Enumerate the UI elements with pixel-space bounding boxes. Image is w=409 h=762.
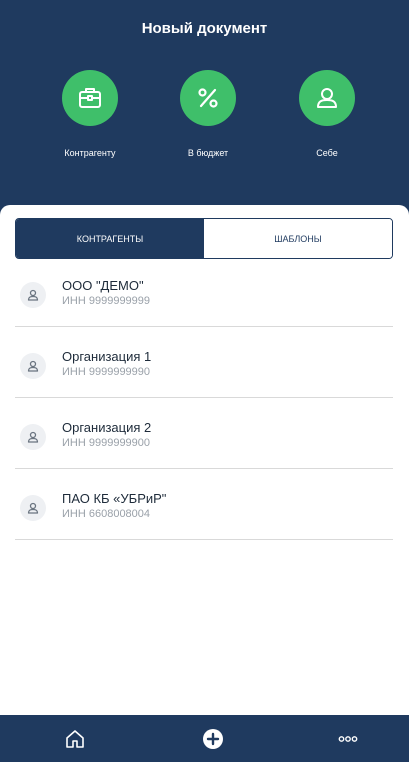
action-label: В бюджет: [187, 148, 229, 158]
percent-icon: [180, 70, 236, 126]
tab-templates[interactable]: ШАБЛОНЫ: [204, 219, 392, 258]
contractor-inn: ИНН 9999999900: [62, 437, 151, 449]
home-icon[interactable]: [63, 727, 87, 751]
contractor-name: Организация 1: [62, 349, 152, 364]
contractor-name: Организация 2: [62, 420, 152, 435]
list-item[interactable]: ООО "ДЕМО" ИНН 9999999999: [15, 256, 393, 327]
tab-contractors[interactable]: КОНТРАГЕНТЫ: [16, 219, 204, 258]
person-icon: [20, 424, 46, 450]
contractor-inn: ИНН 9999999990: [62, 366, 151, 378]
action-to-self[interactable]: Себе: [272, 70, 382, 158]
plus-circle-icon[interactable]: [201, 727, 225, 751]
contractor-name: ООО "ДЕМО": [62, 278, 144, 293]
person-icon: [20, 495, 46, 521]
page-title: Новый документ: [141, 20, 268, 37]
action-to-budget[interactable]: В бюджет: [153, 70, 263, 158]
action-label: Себе: [316, 148, 338, 158]
tab-bar: КОНТРАГЕНТЫ ШАБЛОНЫ: [15, 218, 393, 259]
person-icon: [20, 353, 46, 379]
contractor-inn: ИНН 9999999999: [62, 295, 151, 307]
contractor-name: ПАО КБ «УБРиР": [62, 491, 167, 506]
bottom-nav: [0, 715, 409, 762]
contractor-inn: ИНН 6608008004: [62, 508, 151, 520]
header: Новый документ Контрагенту В бюджет Себе: [0, 0, 409, 222]
person-icon: [20, 282, 46, 308]
action-to-counterparty[interactable]: Контрагенту: [35, 70, 145, 158]
app-screen: Новый документ Контрагенту В бюджет Себе…: [0, 0, 409, 762]
person-icon: [299, 70, 355, 126]
contractor-list: ООО "ДЕМО" ИНН 9999999999 Организация 1 …: [15, 256, 393, 540]
more-icon[interactable]: [336, 727, 360, 751]
action-label: Контрагенту: [64, 148, 116, 158]
list-item[interactable]: ПАО КБ «УБРиР" ИНН 6608008004: [15, 469, 393, 540]
list-item[interactable]: Организация 2 ИНН 9999999900: [15, 398, 393, 469]
list-item[interactable]: Организация 1 ИНН 9999999990: [15, 327, 393, 398]
briefcase-icon: [62, 70, 118, 126]
